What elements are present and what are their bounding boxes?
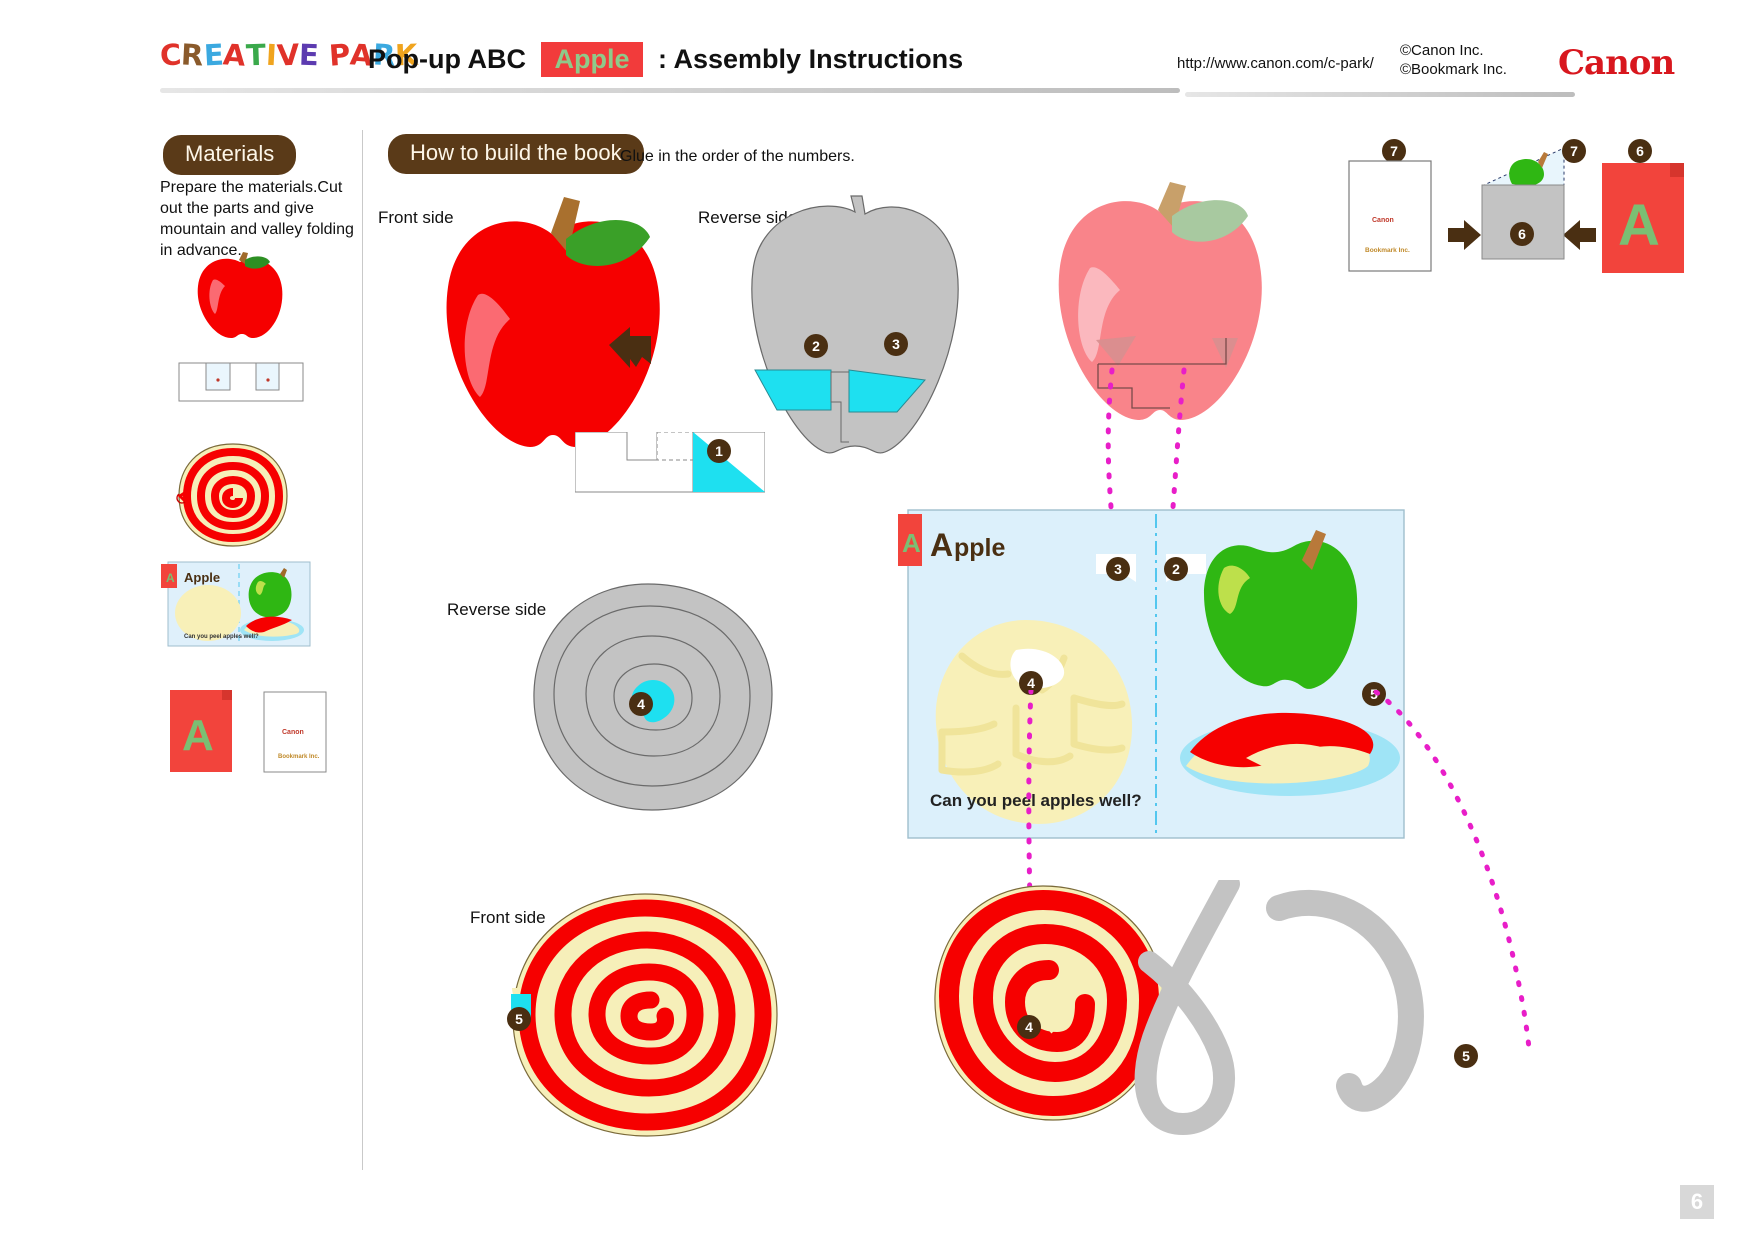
materials-thumb-book: A Apple Can you peel apples well? — [160, 560, 312, 648]
copyright-canon: ©Canon Inc. — [1400, 42, 1484, 59]
step-badge-6-center: 6 — [1511, 223, 1533, 245]
front-cover-card: A — [1602, 163, 1684, 273]
copyright-bookmark: ©Bookmark Inc. — [1400, 61, 1507, 78]
page-number: 6 — [1680, 1185, 1714, 1219]
spiral-front-badge-5: 5 — [508, 1008, 530, 1030]
step-badge-6-right: 6 — [1629, 140, 1651, 162]
apple-tab-strip — [575, 432, 765, 493]
build-book-pill: How to build the book — [388, 134, 644, 174]
page-title: Pop-up ABC Apple : Assembly Instructions — [368, 42, 963, 77]
title-prefix: Pop-up ABC — [368, 44, 526, 74]
title-highlight: Apple — [541, 42, 643, 77]
peel-ribbon-badge-5: 5 — [1455, 1045, 1477, 1067]
instruction-sheet: CREATIVE PARK Pop-up ABC Apple : Assembl… — [0, 0, 1754, 1241]
assembly-arrow-right-icon — [1448, 220, 1481, 250]
svg-text:Can you peel apples well?: Can you peel apples well? — [184, 634, 259, 640]
materials-pill: Materials — [163, 135, 297, 175]
spiral-reverse-badge-4: 4 — [630, 693, 652, 715]
materials-thumb-spiral — [176, 443, 288, 547]
materials-description: Prepare the materials.Cut out the parts … — [160, 179, 354, 260]
svg-text:Bookmark Inc.: Bookmark Inc. — [1365, 247, 1410, 254]
book-step-badge-3: 3 — [1107, 558, 1129, 580]
header-rule-left — [160, 88, 1180, 93]
materials-thumb-strip — [178, 362, 304, 402]
fold-arrow-icon — [609, 327, 651, 368]
svg-text:pple: pple — [954, 534, 1005, 562]
materials-thumb-apple — [197, 252, 283, 338]
step-badge-7-right: 7 — [1563, 140, 1585, 162]
svg-text:A: A — [182, 711, 214, 760]
svg-text:Bookmark Inc.: Bookmark Inc. — [278, 754, 320, 760]
page-header: CREATIVE PARK Pop-up ABC Apple : Assembl… — [0, 0, 1754, 105]
canon-logo: Canon — [1558, 43, 1675, 83]
header-rule-right — [1185, 92, 1575, 97]
peel-ribbon-illustration — [1134, 880, 1424, 1135]
svg-text:Canon: Canon — [282, 729, 304, 736]
unrolled-spiral-badge-4: 4 — [1018, 1016, 1040, 1038]
svg-text:Apple: Apple — [184, 570, 220, 585]
title-suffix: : Assembly Instructions — [658, 44, 964, 74]
step-badge-3: 3 — [885, 333, 907, 355]
canon-url[interactable]: http://www.canon.com/c-park/ — [1177, 55, 1374, 72]
sidebar-divider — [362, 130, 363, 1170]
svg-text:A: A — [930, 527, 953, 563]
svg-text:Canon: Canon — [1372, 217, 1394, 224]
svg-text:A: A — [902, 528, 921, 558]
cover-letter-a: A — [1618, 193, 1660, 258]
materials-thumb-cover: A Canon Bookmark Inc. — [170, 690, 330, 775]
book-spread: A A pple Can you peel apples well? — [898, 508, 1406, 848]
spiral-reverse-illustration — [533, 583, 773, 811]
step-badge-2: 2 — [805, 335, 827, 357]
apple-reverse-illustration — [751, 195, 959, 454]
svg-text:A: A — [166, 571, 175, 585]
step-badge-1: 1 — [708, 440, 730, 462]
back-cover-card: Canon Bookmark Inc. — [1348, 160, 1432, 272]
glue-order-instruction: Glue in the order of the numbers. — [620, 148, 855, 165]
step-badge-7-left: 7 — [1383, 140, 1405, 162]
book-step-badge-2: 2 — [1165, 558, 1187, 580]
spiral-front-illustration — [511, 893, 778, 1137]
